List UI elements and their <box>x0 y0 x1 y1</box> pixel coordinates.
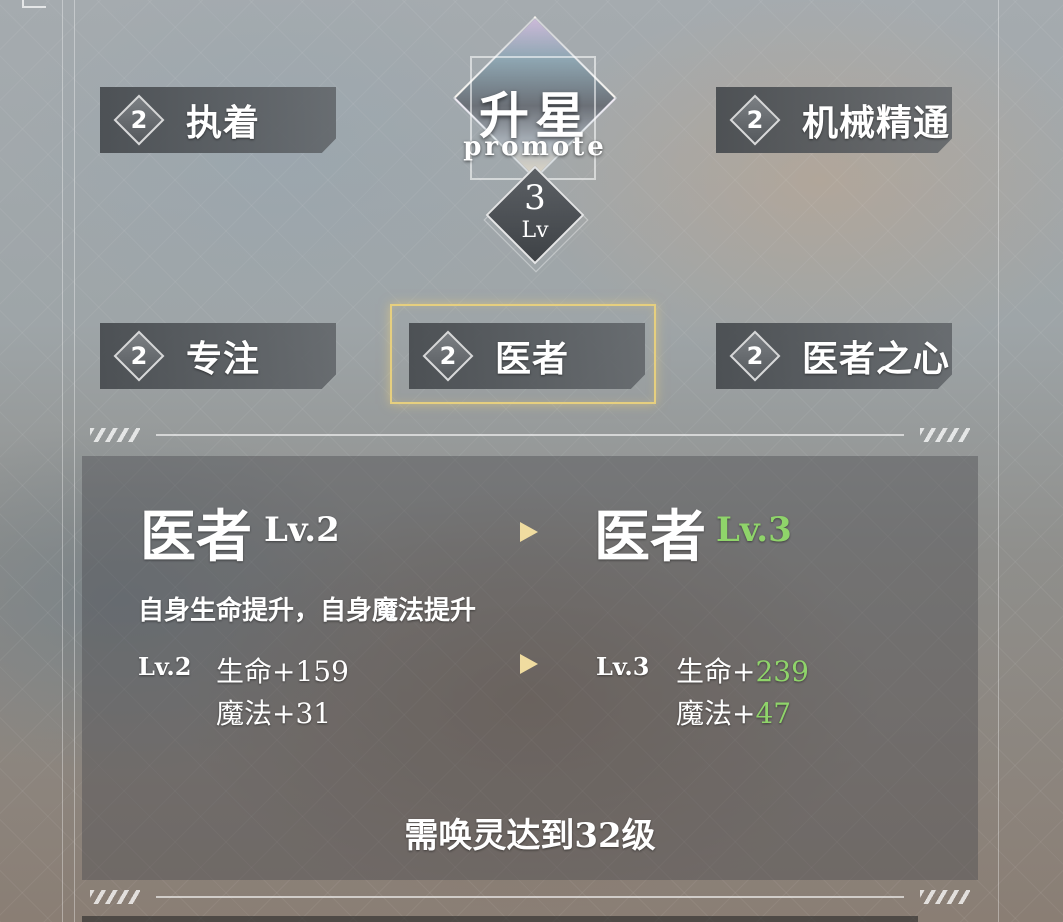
talent-node-zhizhuo[interactable]: 2 执着 <box>100 87 336 153</box>
rank-number: 2 <box>439 342 457 370</box>
talent-name: 执着 <box>186 102 261 144</box>
frame-line-left-inner <box>74 0 75 922</box>
bottom-panel-edge <box>82 916 918 922</box>
talent-description: 自身生命提升，自身魔法提升 <box>138 596 477 626</box>
frame-line-left <box>62 0 63 922</box>
current-stats-level: Lv.2 <box>138 652 192 681</box>
next-hp-value: 239 <box>755 655 809 688</box>
rank-badge: 2 <box>422 330 474 382</box>
divider-stripes-icon <box>920 428 970 442</box>
rank-number: 2 <box>130 106 148 134</box>
next-mp-stat: 魔法+47 <box>676 692 791 732</box>
current-hp-label: 生命 <box>216 655 273 688</box>
rank-number: 2 <box>746 342 764 370</box>
corner-mark <box>22 0 46 8</box>
current-talent-level: Lv.2 <box>264 510 340 550</box>
talent-name: 医者 <box>495 338 570 380</box>
next-hp-label: 生命+ <box>676 655 756 688</box>
promote-level-number: 3 <box>524 178 546 218</box>
current-hp-value: +159 <box>272 655 349 688</box>
section-divider-bottom <box>90 887 970 907</box>
current-mp-stat: 魔法+31 <box>216 692 331 732</box>
rank-badge: 2 <box>113 94 165 146</box>
current-hp-stat: 生命+159 <box>216 650 349 690</box>
current-mp-label: 魔法 <box>216 697 273 730</box>
promote-level-label: Lv <box>521 218 549 243</box>
rank-badge: 2 <box>113 330 165 382</box>
talent-detail-panel: 医者 Lv.2 医者 Lv.3 自身生命提升，自身魔法提升 Lv.2 生命+15… <box>82 456 978 880</box>
next-mp-value: 47 <box>755 697 792 730</box>
divider-stripes-icon <box>90 428 140 442</box>
rank-badge: 2 <box>729 330 781 382</box>
talent-name: 医者之心 <box>802 338 951 380</box>
next-stats-level: Lv.3 <box>596 652 650 681</box>
divider-stripes-icon <box>920 890 970 904</box>
promote-emblem[interactable]: 升星 promote 3 Lv <box>440 15 630 273</box>
arrow-right-icon <box>520 654 538 674</box>
next-talent-level: Lv.3 <box>716 510 792 550</box>
promote-subtitle: promote <box>463 132 607 162</box>
talent-name: 机械精通 <box>802 102 951 144</box>
divider-line <box>156 896 904 898</box>
next-hp-stat: 生命+239 <box>676 650 809 690</box>
frame-line-right <box>998 0 999 922</box>
next-talent-name: 医者 <box>594 504 706 570</box>
talent-name: 专注 <box>186 338 261 380</box>
upgrade-requirement: 需唤灵达到32级 <box>404 816 656 856</box>
talent-node-yizhe[interactable]: 2 医者 <box>409 323 645 389</box>
current-mp-value: +31 <box>272 697 332 730</box>
talent-node-zhuanzhu[interactable]: 2 专注 <box>100 323 336 389</box>
rank-number: 2 <box>746 106 764 134</box>
talent-node-yizhezhixin[interactable]: 2 医者之心 <box>716 323 952 389</box>
next-mp-label: 魔法+ <box>676 697 756 730</box>
rank-number: 2 <box>130 342 148 370</box>
talent-node-jixiejingtong[interactable]: 2 机械精通 <box>716 87 952 153</box>
current-talent-name: 医者 <box>140 504 252 570</box>
section-divider-top <box>90 425 970 445</box>
divider-line <box>156 434 904 436</box>
rank-badge: 2 <box>729 94 781 146</box>
arrow-right-icon <box>520 522 538 542</box>
divider-stripes-icon <box>90 890 140 904</box>
